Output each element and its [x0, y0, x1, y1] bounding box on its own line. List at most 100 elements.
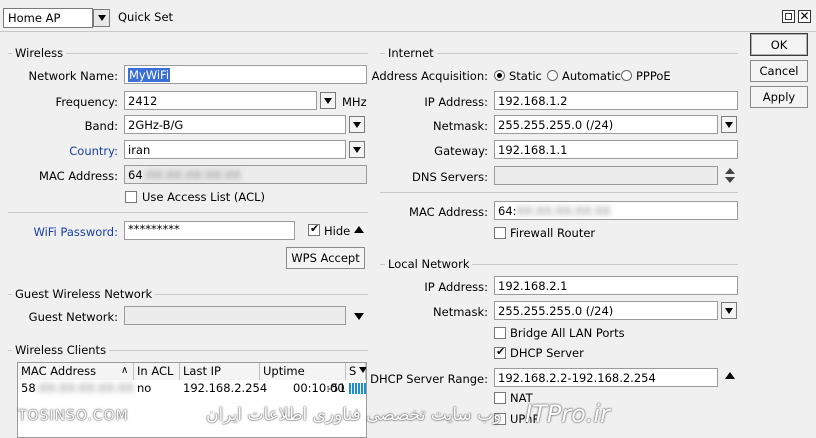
- internet-mac-label: MAC Address:: [409, 205, 488, 219]
- local-ip-input[interactable]: 192.168.2.1: [494, 276, 738, 295]
- radio-automatic-label: Automatic: [562, 69, 621, 83]
- watermark-left: TOSINSO.COM: [18, 408, 129, 424]
- network-name-label: Network Name:: [28, 69, 118, 83]
- close-window-button[interactable]: ✕: [798, 9, 811, 23]
- column-menu-icon[interactable]: [359, 367, 366, 373]
- mac-address-redacted: :XX:XX:XX:XX:XX: [142, 168, 241, 182]
- mac-address-label: MAC Address:: [39, 169, 118, 183]
- firewall-router-checkbox[interactable]: [494, 227, 506, 239]
- country-dropdown-button[interactable]: [349, 141, 365, 158]
- acl-label: Use Access List (ACL): [142, 190, 265, 204]
- internet-mac-input[interactable]: 64:XX:XX:XX:XX:XX: [494, 201, 738, 220]
- local-netmask-label: Netmask:: [433, 305, 488, 319]
- radio-static-label: Static: [509, 69, 542, 83]
- internet-mac-value: 64:: [498, 204, 517, 218]
- dhcp-range-value: 192.168.2.2-192.168.2.254: [498, 371, 656, 385]
- wps-accept-button[interactable]: WPS Accept: [286, 247, 365, 269]
- dhcp-server-label: DHCP Server: [510, 346, 584, 360]
- frequency-unit: MHz: [342, 95, 367, 109]
- client-mac-redacted: :XX:XX:XX:XX:XX: [35, 381, 134, 395]
- local-netmask-dropdown-button[interactable]: [721, 302, 737, 319]
- frequency-value: 2412: [128, 94, 158, 108]
- bridge-lan-label: Bridge All LAN Ports: [510, 326, 625, 340]
- wifi-password-label[interactable]: WiFi Password:: [0, 225, 118, 239]
- guest-group-title: Guest Wireless Network: [12, 287, 156, 301]
- network-name-input[interactable]: MyWiFi: [124, 65, 367, 84]
- internet-ip-label: IP Address:: [424, 95, 488, 109]
- guest-network-label: Guest Network:: [28, 310, 118, 324]
- internet-divider: [380, 192, 738, 193]
- client-signal: -51: [327, 381, 346, 395]
- chevron-down-icon: [353, 121, 361, 128]
- gateway-input[interactable]: 192.168.1.1: [494, 140, 738, 159]
- gateway-value: 192.168.1.1: [498, 143, 568, 157]
- internet-netmask-select[interactable]: 255.255.255.0 (/24): [494, 115, 718, 134]
- wireless-divider: [8, 212, 368, 213]
- band-value: 2GHz-B/G: [128, 118, 184, 132]
- country-value: iran: [128, 143, 151, 157]
- wireless-group-title: Wireless: [12, 46, 67, 60]
- wifi-password-input[interactable]: *********: [124, 221, 295, 240]
- dns-servers-label: DNS Servers:: [412, 170, 488, 184]
- table-row[interactable]: 58:XX:XX:XX:XX:XX no 192.168.2.254 00:10…: [18, 380, 366, 396]
- internet-netmask-dropdown-button[interactable]: [721, 116, 737, 133]
- firewall-router-label: Firewall Router: [510, 226, 596, 240]
- chevron-down-icon: [725, 121, 733, 128]
- radio-static[interactable]: [494, 70, 505, 81]
- frequency-select[interactable]: 2412: [124, 91, 317, 110]
- dns-expand-icon[interactable]: [725, 167, 735, 185]
- country-select[interactable]: iran: [124, 140, 346, 159]
- clients-group-title: Wireless Clients: [12, 343, 110, 357]
- band-label: Band:: [84, 119, 118, 133]
- watermark-right: ITPro.ir: [525, 400, 610, 428]
- chevron-down-icon[interactable]: [354, 313, 364, 320]
- internet-ip-value: 192.168.1.2: [498, 94, 568, 108]
- sort-asc-icon: ∧: [121, 365, 129, 376]
- mac-address-value: 64: [128, 168, 143, 182]
- bridge-lan-checkbox[interactable]: [494, 327, 506, 339]
- address-acquisition-label: Address Acquisition:: [371, 69, 488, 83]
- hide-password-label: Hide: [324, 224, 351, 238]
- chevron-down-icon: [97, 15, 106, 21]
- nat-checkbox[interactable]: [494, 392, 506, 404]
- clients-table[interactable]: MAC Address ∧ In ACL Last IP Uptime S 58…: [17, 362, 367, 438]
- collapse-up-icon[interactable]: [354, 226, 364, 233]
- local-ip-value: 192.168.2.1: [498, 279, 568, 293]
- local-netmask-select[interactable]: 255.255.255.0 (/24): [494, 301, 718, 320]
- client-last-ip: 192.168.2.254: [183, 381, 268, 395]
- restore-window-button[interactable]: [782, 10, 795, 23]
- radio-pppoe-label: PPPoE: [636, 69, 671, 83]
- radio-automatic[interactable]: [547, 70, 558, 81]
- guest-network-select[interactable]: [124, 306, 346, 325]
- mode-select[interactable]: Home AP: [3, 8, 93, 28]
- acl-checkbox[interactable]: [125, 191, 137, 203]
- local-ip-label: IP Address:: [424, 280, 488, 294]
- network-name-value: MyWiFi: [128, 68, 171, 82]
- mode-select-value: Home AP: [8, 11, 61, 25]
- col-last-ip[interactable]: Last IP: [180, 363, 260, 380]
- signal-bar-icon: [349, 383, 366, 394]
- col-mac-address[interactable]: MAC Address ∧: [18, 363, 134, 380]
- radio-pppoe[interactable]: [621, 70, 632, 81]
- internet-ip-input[interactable]: 192.168.1.2: [494, 91, 738, 110]
- mode-dropdown-button[interactable]: [93, 9, 110, 27]
- apply-button[interactable]: Apply: [750, 86, 808, 108]
- ok-button[interactable]: OK: [750, 33, 808, 56]
- col-uptime[interactable]: Uptime: [260, 363, 346, 380]
- cancel-button[interactable]: Cancel: [750, 60, 808, 82]
- hide-password-checkbox[interactable]: [308, 222, 320, 236]
- dhcp-server-checkbox[interactable]: [494, 345, 506, 359]
- dhcp-range-input[interactable]: 192.168.2.2-192.168.2.254: [494, 368, 718, 387]
- client-in-acl: no: [137, 381, 152, 395]
- local-netmask-value: 255.255.255.0 (/24): [498, 304, 614, 318]
- country-label[interactable]: Country:: [0, 144, 118, 158]
- chevron-down-icon: [324, 97, 332, 104]
- col-in-acl[interactable]: In ACL: [134, 363, 180, 380]
- frequency-label: Frequency:: [55, 95, 118, 109]
- frequency-dropdown-button[interactable]: [320, 92, 336, 109]
- band-select[interactable]: 2GHz-B/G: [124, 115, 346, 134]
- collapse-up-icon[interactable]: [725, 372, 735, 379]
- chevron-down-icon: [725, 307, 733, 314]
- local-group-title: Local Network: [385, 257, 473, 271]
- band-dropdown-button[interactable]: [349, 116, 365, 133]
